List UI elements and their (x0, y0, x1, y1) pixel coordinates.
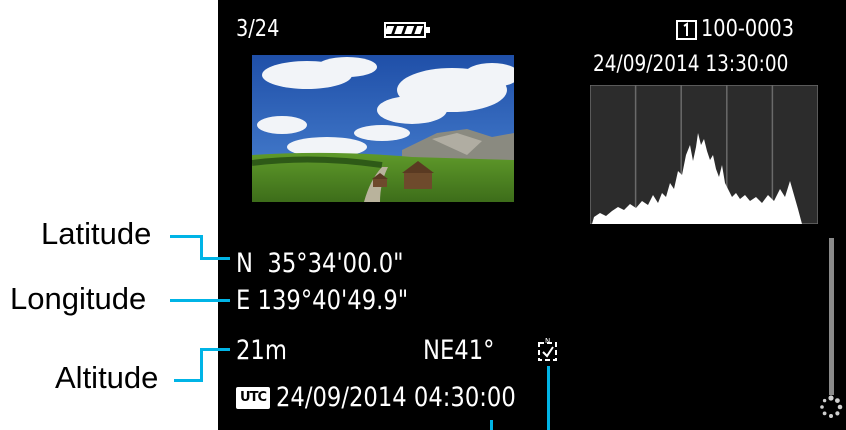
latitude-callout: Latitude (41, 216, 152, 251)
digital-compass-icon: N (537, 337, 559, 363)
busy-indicator-icon (818, 394, 844, 420)
battery-full-icon (384, 21, 432, 39)
longitude-leader-line (170, 299, 230, 302)
altitude-leader-line (174, 379, 202, 382)
utc-date-time: 24/09/2014 04:30:00 (276, 382, 516, 413)
card-1-icon (676, 20, 698, 40)
brightness-histogram (589, 84, 819, 225)
direction-value: NE41° (423, 335, 495, 366)
altitude-value: 21m (236, 335, 287, 366)
utc-badge-label: UTC (240, 390, 267, 405)
photo-thumbnail (252, 55, 514, 202)
capture-date-time: 24/09/2014 13:30:00 (593, 52, 789, 77)
longitude-value: E 139°40'49.9" (236, 285, 409, 316)
scrollbar (829, 238, 834, 395)
folder-file-number: 100-0003 (701, 16, 795, 42)
utc-badge-icon: UTC (236, 387, 270, 409)
longitude-callout: Longitude (10, 281, 147, 316)
altitude-leader-line-end (200, 348, 230, 351)
svg-text:N: N (545, 337, 550, 345)
latitude-leader-line (170, 235, 202, 238)
latitude-value: N 35°34'00.0" (236, 248, 404, 279)
frame-counter: 3/24 (236, 16, 280, 42)
altitude-callout: Altitude (55, 360, 159, 395)
latitude-leader-line-end (200, 257, 230, 260)
compass-leader-line (547, 366, 550, 430)
altitude-leader-line-rise (200, 348, 203, 382)
utc-leader-line (490, 420, 493, 430)
